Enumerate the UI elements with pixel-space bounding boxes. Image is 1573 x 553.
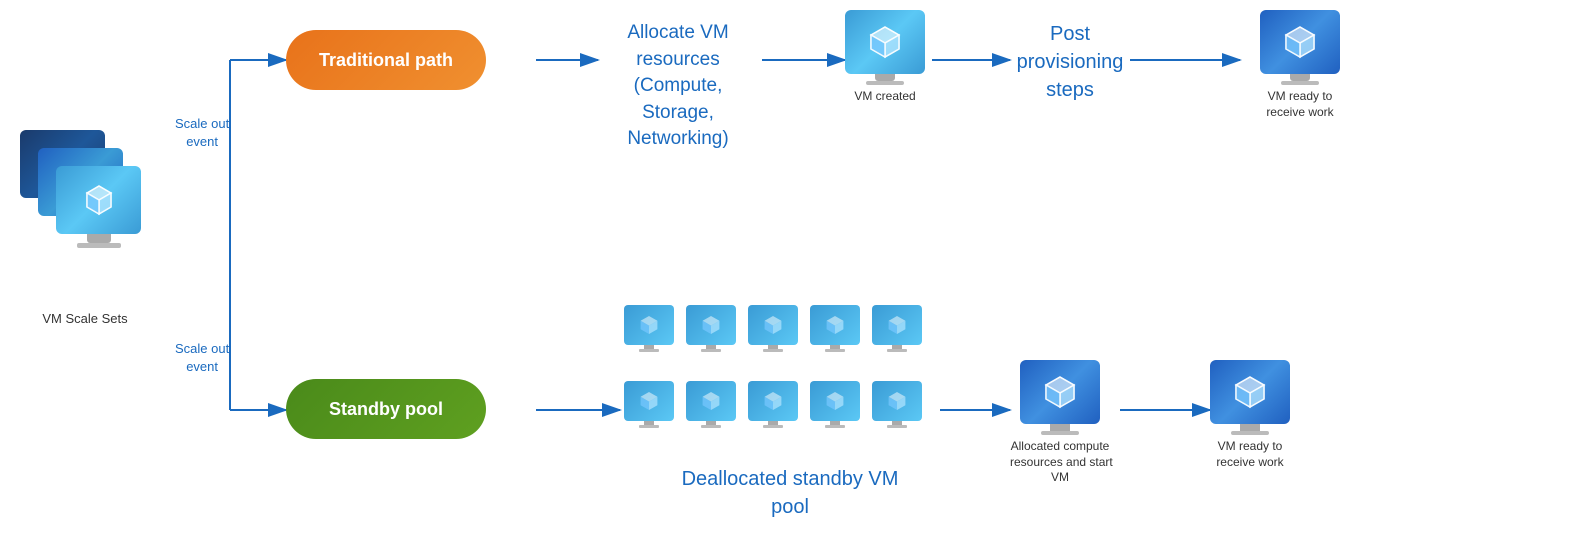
vm-ready-bottom-icon: VM ready to receive work xyxy=(1210,360,1290,470)
vm-ready-top-icon: VM ready to receive work xyxy=(1260,10,1340,120)
grid-vm-1 xyxy=(620,305,678,377)
allocated-compute-icon: Allocated compute resources and start VM xyxy=(1010,360,1110,486)
allocated-compute-monitor xyxy=(1020,360,1100,424)
grid-vm-7 xyxy=(682,381,740,453)
vm-scale-sets-label: VM Scale Sets xyxy=(20,310,150,328)
grid-vm-8 xyxy=(744,381,802,453)
vm-ready-top-monitor xyxy=(1260,10,1340,74)
post-provisioning-label: Post provisioning steps xyxy=(1010,20,1130,104)
grid-vm-2 xyxy=(682,305,740,377)
grid-vm-10 xyxy=(868,381,926,453)
cube-vm-ready-bottom xyxy=(1230,372,1270,412)
vm-grid-standby xyxy=(620,305,926,453)
grid-vm-3 xyxy=(744,305,802,377)
vm-created-monitor xyxy=(845,10,925,74)
diagram: VM Scale Sets Scale out event Scale out … xyxy=(0,0,1573,553)
deallocated-pool-label: Deallocated standby VM pool xyxy=(640,465,940,521)
scale-out-bottom-label: Scale out event xyxy=(175,340,229,376)
grid-vm-5 xyxy=(868,305,926,377)
grid-vm-9 xyxy=(806,381,864,453)
vm-created-icon: VM created xyxy=(845,10,925,105)
cube-vm-ready-top xyxy=(1280,22,1320,62)
grid-vm-6 xyxy=(620,381,678,453)
vm-stack-front xyxy=(56,166,141,234)
allocate-vm-label: Allocate VM resources (Compute, Storage,… xyxy=(598,20,758,153)
scale-out-top-label: Scale out event xyxy=(175,115,229,151)
vm-ready-bottom-monitor xyxy=(1210,360,1290,424)
cube-icon-front xyxy=(81,182,117,218)
cube-vm-created xyxy=(865,22,905,62)
traditional-path-pill: Traditional path xyxy=(286,30,486,90)
grid-vm-4 xyxy=(806,305,864,377)
standby-pool-pill: Standby pool xyxy=(286,379,486,439)
cube-allocated xyxy=(1040,372,1080,412)
